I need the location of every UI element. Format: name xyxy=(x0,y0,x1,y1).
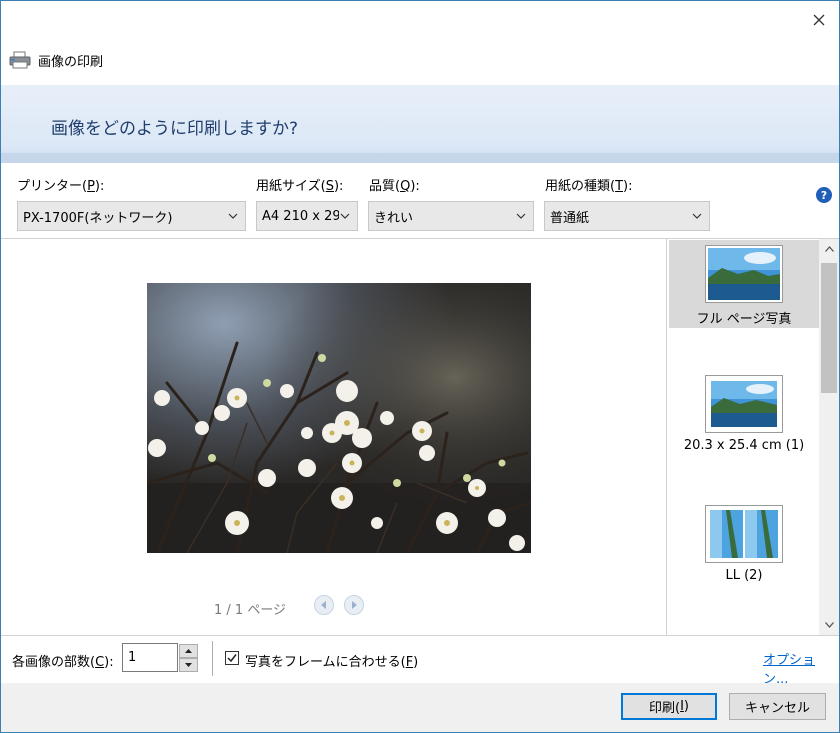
layout-label: LL (2) xyxy=(725,568,763,583)
print-button[interactable]: 印刷(I) xyxy=(621,693,717,720)
title-bar: 画像の印刷 xyxy=(9,49,103,71)
layout-item-full-page[interactable]: フル ページ写真 xyxy=(669,240,819,328)
fit-to-frame-label[interactable]: 写真をフレームに合わせる(F) xyxy=(245,651,418,670)
copies-label: 各画像の部数(C): xyxy=(12,655,114,670)
quality-label: 品質(Q): xyxy=(369,179,420,194)
window-title: 画像の印刷 xyxy=(38,54,104,70)
chevron-down-icon xyxy=(339,210,351,222)
copies-decrement-button[interactable] xyxy=(179,658,198,672)
chevron-down-icon xyxy=(824,622,834,628)
layout-scrollbar[interactable] xyxy=(819,239,839,635)
close-icon xyxy=(813,14,825,26)
layout-item-20x25[interactable]: 20.3 x 25.4 cm (1) xyxy=(669,370,819,458)
copies-input[interactable]: 1 xyxy=(122,643,178,672)
page-heading: 画像をどのように印刷しますか? xyxy=(51,119,299,139)
paper-size-select[interactable]: A4 210 x 297 xyxy=(256,201,358,231)
print-pictures-dialog: 画像の印刷 画像をどのように印刷しますか? プリンター(P): 用紙サイズ(S)… xyxy=(0,0,840,733)
paper-size-value: A4 210 x 297 xyxy=(262,208,349,224)
layout-thumbnail xyxy=(705,245,783,303)
previous-page-button[interactable] xyxy=(314,595,334,615)
chevron-down-icon xyxy=(691,210,703,222)
close-button[interactable] xyxy=(801,3,837,37)
layout-thumbnail xyxy=(705,505,783,563)
quality-select[interactable]: きれい xyxy=(368,201,534,231)
printer-icon xyxy=(9,51,31,69)
scroll-down-button[interactable] xyxy=(819,615,839,635)
page-indicator: 1 / 1 ページ xyxy=(214,603,287,618)
chevron-down-icon xyxy=(515,210,527,222)
scroll-up-button[interactable] xyxy=(819,239,839,259)
options-link[interactable]: オプション... xyxy=(763,649,839,687)
printer-select[interactable]: PX-1700F(ネットワーク) xyxy=(17,201,246,231)
header-band-edge xyxy=(1,153,839,163)
fit-to-frame-checkbox[interactable] xyxy=(225,651,239,665)
paper-type-value: 普通紙 xyxy=(550,210,590,226)
divider xyxy=(212,641,213,676)
chevron-up-icon xyxy=(824,246,834,252)
paper-type-select[interactable]: 普通紙 xyxy=(544,201,710,231)
next-page-icon xyxy=(352,601,357,609)
previous-page-icon xyxy=(321,601,326,609)
chevron-up-icon xyxy=(185,649,192,653)
scroll-thumb[interactable] xyxy=(821,263,837,393)
paper-size-label: 用紙サイズ(S): xyxy=(256,179,344,194)
printer-value: PX-1700F(ネットワーク) xyxy=(23,210,173,226)
paper-type-label: 用紙の種類(T): xyxy=(545,179,633,194)
printer-label: プリンター(P): xyxy=(17,179,105,194)
layout-label: フル ページ写真 xyxy=(696,312,792,327)
next-page-button[interactable] xyxy=(344,595,364,615)
chevron-down-icon xyxy=(185,663,192,667)
chevron-down-icon xyxy=(227,210,239,222)
copies-increment-button[interactable] xyxy=(179,644,198,658)
cancel-button[interactable]: キャンセル xyxy=(729,693,826,720)
checkmark-icon xyxy=(227,654,237,663)
layout-list: フル ページ写真 20.3 x 25.4 cm (1) LL (2) xyxy=(667,239,819,635)
layout-thumbnail xyxy=(705,375,783,433)
photo-preview xyxy=(147,283,531,553)
layout-label: 20.3 x 25.4 cm (1) xyxy=(683,438,805,453)
divider xyxy=(1,635,839,636)
layout-item-ll[interactable]: LL (2) xyxy=(669,500,819,588)
quality-value: きれい xyxy=(374,210,414,226)
help-icon[interactable]: ? xyxy=(816,187,832,203)
